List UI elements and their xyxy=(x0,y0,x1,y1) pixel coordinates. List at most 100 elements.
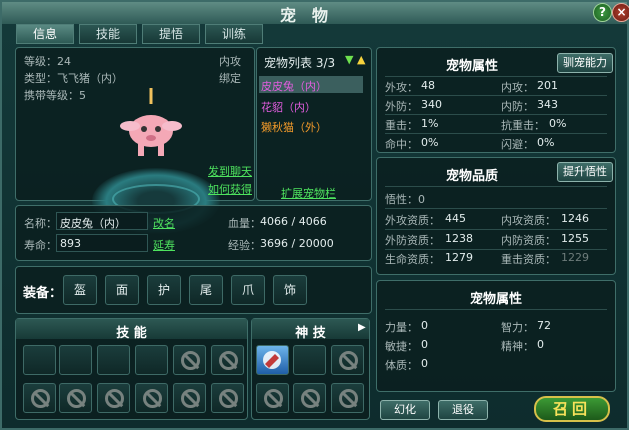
divine-skill-slot[interactable] xyxy=(293,345,326,375)
attributes-panel: 宠物属性 驯宠能力 外攻： 48 内攻： 201 外防： 340 内防： 343… xyxy=(376,47,616,153)
skill-slot-locked[interactable] xyxy=(59,383,92,413)
stat-label: 智力： xyxy=(501,321,534,334)
skill-slot-locked[interactable] xyxy=(173,345,206,375)
locked-icon xyxy=(339,389,358,408)
stat-value: 0 xyxy=(421,319,428,332)
divider xyxy=(385,229,607,230)
stat-value: 0 xyxy=(421,357,428,370)
quality-value: 445 xyxy=(445,212,466,225)
pet-level: 等级：24 xyxy=(24,55,71,68)
pet-view-panel: 等级：24 类型：飞飞猪（内） 携带等级：5 内攻 绑定 发到聊天 如何获得 xyxy=(15,47,255,234)
stat-value: 340 xyxy=(421,98,442,111)
divider xyxy=(385,249,607,250)
stat-label: 内防： xyxy=(501,100,534,113)
equip-slot-tail[interactable]: 尾 xyxy=(189,275,223,305)
pet-attack-type: 内攻 xyxy=(219,55,241,68)
locked-icon xyxy=(301,389,320,408)
stat-label: 精神： xyxy=(501,340,534,353)
pet-model-image[interactable] xyxy=(116,86,186,166)
close-button[interactable]: × xyxy=(612,3,629,22)
divine-skill-icon xyxy=(263,351,281,369)
equip-slot-helmet[interactable]: 盔 xyxy=(63,275,97,305)
divine-skills-next-arrow[interactable]: ▶ xyxy=(358,322,366,333)
divider xyxy=(385,309,607,310)
stat-label: 重击： xyxy=(385,119,418,132)
pet-list-item[interactable]: 獭秋猫（外） xyxy=(261,119,327,135)
how-to-get-link[interactable]: 如何获得 xyxy=(208,181,252,197)
help-button[interactable]: ? xyxy=(593,3,612,22)
skill-slot-locked[interactable] xyxy=(173,383,206,413)
title-bar: 宠物 ? × xyxy=(2,2,629,25)
stat-value: 0 xyxy=(537,338,544,351)
skill-slot-locked[interactable] xyxy=(97,383,130,413)
expand-pet-slots-link[interactable]: 扩展宠物栏 xyxy=(281,185,336,201)
raise-comprehension-button[interactable]: 提升悟性 xyxy=(557,162,613,182)
comprehension-value: 悟性：0 xyxy=(385,193,425,206)
pet-list-item[interactable]: 皮皮兔（内） xyxy=(261,78,327,94)
arrow-down-icon[interactable]: ▼ xyxy=(345,53,353,66)
skill-slot-locked[interactable] xyxy=(135,383,168,413)
locked-icon xyxy=(264,389,283,408)
tab-comprehension[interactable]: 提悟 xyxy=(142,24,200,44)
extend-life-link[interactable]: 延寿 xyxy=(153,237,175,253)
divider xyxy=(385,186,607,187)
tab-skills[interactable]: 技能 xyxy=(79,24,137,44)
skill-slot[interactable] xyxy=(59,345,92,375)
arrow-up-icon[interactable]: ▲ xyxy=(357,53,365,66)
rename-link[interactable]: 改名 xyxy=(153,215,175,231)
equip-slot-armor[interactable]: 护 xyxy=(147,275,181,305)
quality-value: 1246 xyxy=(561,212,589,225)
skill-slot[interactable] xyxy=(97,345,130,375)
stat-label: 外攻： xyxy=(385,81,418,94)
summon-button[interactable]: 召回 xyxy=(534,396,610,422)
stat-value: 0% xyxy=(537,136,555,149)
quality-value: 1255 xyxy=(561,232,589,245)
retire-button[interactable]: 退役 xyxy=(438,400,488,420)
window-title: 宠物 xyxy=(279,6,344,25)
divider xyxy=(385,114,607,115)
pet-bound: 绑定 xyxy=(219,72,241,85)
locked-icon xyxy=(105,389,124,408)
stat-value: 0 xyxy=(421,338,428,351)
stat-label: 敏捷： xyxy=(385,340,418,353)
pet-list-header: 宠物列表 3/3 xyxy=(264,56,336,70)
tame-ability-button[interactable]: 驯宠能力 xyxy=(557,53,613,73)
pet-type: 类型：飞飞猪（内） xyxy=(24,72,123,85)
life-label: 寿命： xyxy=(24,239,57,252)
divine-skill-slot-locked[interactable] xyxy=(331,345,364,375)
pet-carry-level: 携带等级：5 xyxy=(24,89,86,102)
pet-window: 宠物 ? × 信息 技能 提悟 训练 等级：24 类型：飞飞猪（内） 携带等级：… xyxy=(0,0,629,430)
base-attributes-title: 宠物属性 xyxy=(469,292,522,307)
skill-slot[interactable] xyxy=(135,345,168,375)
skill-slot-locked[interactable] xyxy=(211,383,244,413)
stat-label: 外防： xyxy=(385,100,418,113)
divine-skill-slot-locked[interactable] xyxy=(293,383,326,413)
tab-info[interactable]: 信息 xyxy=(16,24,74,44)
divine-skill-slot[interactable] xyxy=(256,345,289,375)
transform-button[interactable]: 幻化 xyxy=(380,400,430,420)
divider xyxy=(385,208,607,209)
divider xyxy=(385,133,607,134)
divine-skill-slot-locked[interactable] xyxy=(256,383,289,413)
skill-slot-locked[interactable] xyxy=(211,345,244,375)
pet-info-panel: 名称： 皮皮兔（内） 改名 寿命： 893 延寿 血量： 4066 / 4066… xyxy=(15,205,372,261)
skill-slot[interactable] xyxy=(23,345,56,375)
tab-training[interactable]: 训练 xyxy=(205,24,263,44)
equip-slot-claw[interactable]: 爪 xyxy=(231,275,265,305)
quality-panel: 宠物品质 提升悟性 悟性：0 外攻资质： 445 内攻资质： 1246 外防资质… xyxy=(376,157,616,275)
pet-list-item[interactable]: 花貂（内） xyxy=(261,99,316,115)
send-to-chat-link[interactable]: 发到聊天 xyxy=(208,163,252,179)
quality-value: 1229 xyxy=(561,251,589,264)
quality-value: 1279 xyxy=(445,251,473,264)
locked-icon xyxy=(339,351,358,370)
equip-slot-ornament[interactable]: 饰 xyxy=(273,275,307,305)
skill-slot-locked[interactable] xyxy=(23,383,56,413)
stat-value: 1% xyxy=(421,117,439,130)
locked-icon xyxy=(219,389,238,408)
equip-slot-mask[interactable]: 面 xyxy=(105,275,139,305)
stat-value: 0% xyxy=(549,117,567,130)
divine-skill-slot-locked[interactable] xyxy=(331,383,364,413)
stat-label: 抗重击： xyxy=(501,119,545,132)
skills-panel: 技 能 xyxy=(15,318,248,420)
divider xyxy=(385,76,607,77)
